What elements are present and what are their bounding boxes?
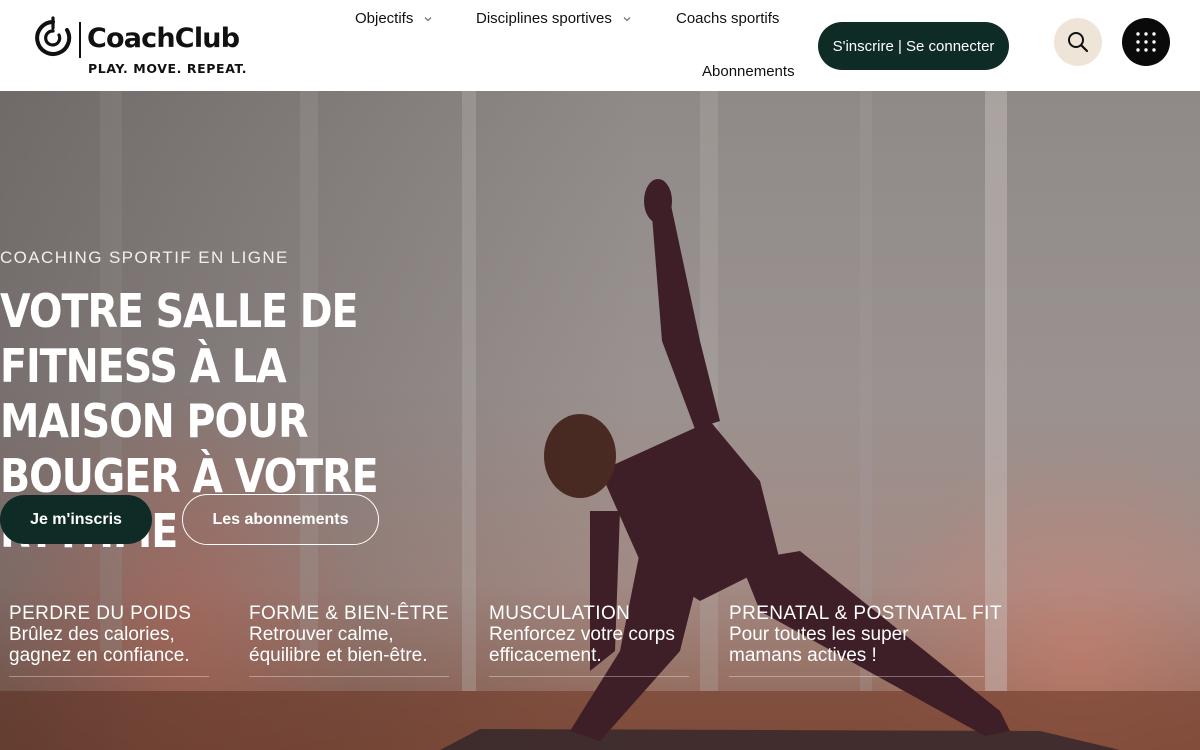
logo[interactable]: CoachClub PLAY. MOVE. REPEAT. [34,16,248,80]
category-title: FORME & BIEN-ÊTRE [249,603,449,624]
nav-coachs-label: Coachs sportifs [676,10,780,27]
nav-coachs-sportifs[interactable]: Coachs sportifs [676,10,779,27]
subscriptions-button[interactable]: Les abonnements [182,494,379,545]
nav-abonnements[interactable]: Abonnements [702,63,795,80]
nav-objectifs-label: Objectifs [355,10,414,27]
apps-menu-button[interactable] [1122,18,1170,66]
nav-objectifs[interactable]: Objectifs [355,10,433,27]
category-description: Brûlez des calories, gagnez en confiance… [9,624,190,666]
category-title: PERDRE DU POIDS [9,603,192,624]
coachclub-logo-icon [35,16,72,56]
category-prenatal-postnatal-fit[interactable]: PRENATAL & POSTNATAL FIT Pour toutes les… [729,603,1002,677]
site-header: CoachClub PLAY. MOVE. REPEAT. Objectifs … [0,0,1200,91]
brand-tagline: PLAY. MOVE. REPEAT. [88,61,248,76]
category-description: Retrouver calme, équilibre et bien-être. [249,624,428,666]
category-title: PRENATAL & POSTNATAL FIT [729,603,1002,624]
nav-disciplines-label: Disciplines sportives [476,10,612,27]
hero-eyebrow: COACHING SPORTIF EN LIGNE [0,248,289,267]
search-button[interactable] [1054,18,1102,66]
category-perdre-du-poids[interactable]: PERDRE DU POIDS Brûlez des calories, gag… [9,603,209,677]
category-title: MUSCULATION [489,603,631,624]
grid-dots-icon [1136,32,1156,52]
nav-disciplines-sportives[interactable]: Disciplines sportives [476,10,632,27]
signup-button[interactable]: Je m'inscris [0,495,152,544]
logo-divider [79,22,81,58]
hero-section: COACHING SPORTIF EN LIGNE Votre salle de… [0,91,1200,750]
category-description: Renforcez votre corps efficacement. [489,624,675,666]
chevron-down-icon [424,16,432,21]
login-button[interactable]: S'inscrire | Se connecter [818,22,1009,70]
brand-name: CoachClub [87,23,240,54]
search-icon [1068,32,1089,53]
category-forme-bien-etre[interactable]: FORME & BIEN-ÊTRE Retrouver calme, équil… [249,603,449,677]
chevron-down-icon [623,16,631,21]
category-musculation[interactable]: MUSCULATION Renforcez votre corps effica… [489,603,689,677]
category-description: Pour toutes les super mamans actives ! [729,624,909,666]
nav-abonnements-label: Abonnements [702,63,795,80]
